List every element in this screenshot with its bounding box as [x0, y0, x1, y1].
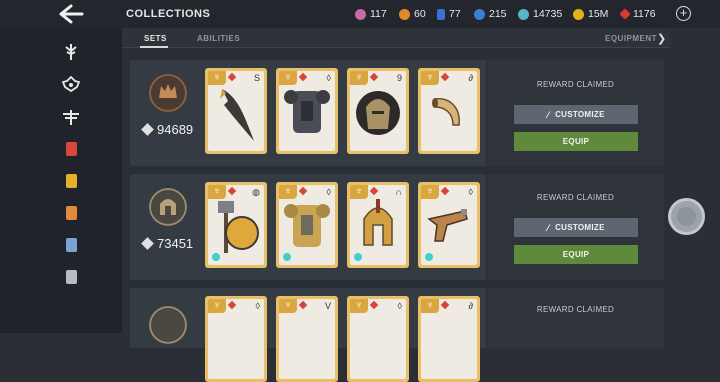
helm-type-icon: ♆ — [350, 299, 368, 313]
armor-type-icon: ♆ — [279, 299, 297, 313]
set-emblem-icon — [149, 306, 187, 344]
enchant-icon: ◊ — [326, 187, 331, 197]
set-power: 73451 — [141, 236, 193, 251]
set-actions: REWARD CLAIMED ⁄ CUSTOMIZE EQUIP — [486, 174, 664, 280]
set-item[interactable]: ♆ ◊ — [276, 68, 338, 154]
bonus-perk-icon — [354, 253, 362, 261]
weapon-type-icon: ♆ — [208, 185, 226, 199]
back-arrow-icon[interactable] — [58, 3, 84, 25]
rarity-gem-icon — [227, 300, 237, 310]
enchant-icon: V — [324, 301, 331, 311]
enchant-icon: ◊ — [397, 301, 402, 311]
set-row: 94689 ♆ S ♆ ◊ ♆ 9 ♆ ∂ REWARD CLAIMED ⁄ CU… — [130, 60, 664, 166]
ranged-type-icon: ♆ — [421, 185, 439, 199]
brush-icon: ⁄ — [547, 222, 550, 233]
chevron-right-icon[interactable]: ❯ — [657, 32, 666, 45]
power-diamond-icon — [141, 123, 154, 136]
category-sidebar — [0, 28, 122, 333]
currency-shields: 215 — [474, 7, 507, 21]
set-item[interactable]: ♆ ∩ — [347, 182, 409, 268]
power-diamond-icon — [141, 237, 154, 250]
currency-coins: 60 — [399, 7, 426, 21]
enchant-icon: ◊ — [326, 73, 331, 83]
orange-card-icon[interactable] — [62, 204, 80, 222]
ruby-icon — [619, 8, 631, 20]
set-item[interactable]: ♆ ◊ — [347, 296, 409, 382]
equip-button[interactable]: EQUIP — [514, 245, 638, 264]
set-item[interactable]: ♆ ◊ — [418, 182, 480, 268]
bonus-perk-icon — [283, 253, 291, 261]
set-actions: REWARD CLAIMED — [486, 288, 664, 348]
bonus-perk-icon — [425, 253, 433, 261]
equip-button[interactable]: EQUIP — [514, 132, 638, 151]
brush-icon: ⁄ — [547, 109, 550, 120]
reward-status: REWARD CLAIMED — [536, 80, 615, 89]
set-row: 73451 ♆ ◍ ♆ ◊ ♆ ∩ ♆ ◊ REWARD CLAIMED ⁄ CU… — [130, 174, 664, 280]
set-row: ♆ ◊ ♆ V ♆ ◊ ♆ ∂ REWARD CLAIMED — [130, 288, 664, 382]
set-actions: REWARD CLAIMED ⁄ CUSTOMIZE EQUIP — [486, 60, 664, 166]
armor-type-icon: ♆ — [279, 71, 297, 85]
enchant-icon: ∂ — [468, 73, 473, 83]
currency-pearls: 117 — [355, 7, 387, 21]
add-currency-button[interactable]: + — [676, 6, 691, 21]
enchant-icon: 9 — [396, 73, 402, 83]
pearl-icon — [355, 8, 366, 20]
currency-rubies: 1176 — [619, 7, 656, 21]
weapon-type-icon: ♆ — [208, 299, 226, 313]
card-icon — [437, 8, 445, 20]
grey-card-icon[interactable] — [62, 268, 80, 286]
ranged-type-icon: ♆ — [421, 299, 439, 313]
customize-button[interactable]: ⁄ CUSTOMIZE — [514, 218, 638, 237]
swirl-icon — [518, 8, 529, 20]
enchant-icon: ◊ — [468, 187, 473, 197]
armor-type-icon: ♆ — [279, 185, 297, 199]
weapon-type-icon: ♆ — [208, 71, 226, 85]
set-item[interactable]: ♆ S — [205, 68, 267, 154]
set-item[interactable]: ♆ ∂ — [418, 296, 480, 382]
enchant-icon: ◊ — [255, 301, 260, 311]
ranged-type-icon: ♆ — [421, 71, 439, 85]
gold-coin-icon — [573, 8, 584, 20]
shield-token-icon — [474, 8, 485, 20]
rarity-gem-icon — [298, 300, 308, 310]
set-item[interactable]: ♆ ◍ — [205, 182, 267, 268]
tab-divider — [122, 47, 670, 48]
set-item[interactable]: ♆ ◊ — [205, 296, 267, 382]
blue-card-icon[interactable] — [62, 236, 80, 254]
set-category-icon[interactable] — [62, 75, 80, 93]
reward-status: REWARD CLAIMED — [536, 193, 615, 202]
set-item[interactable]: ♆ 9 — [347, 68, 409, 154]
coin-blue-icon — [399, 8, 410, 20]
currency-swirl: 14735 — [518, 7, 562, 21]
set-item[interactable]: ♆ V — [276, 296, 338, 382]
tab-sets[interactable]: SETS — [144, 34, 167, 43]
spartan-set-emblem-icon — [149, 188, 187, 226]
currency-cards: 77 — [437, 7, 461, 21]
bonus-perk-icon — [212, 253, 220, 261]
rarity-gem-icon — [369, 300, 379, 310]
helm-type-icon: ♆ — [350, 185, 368, 199]
active-tab-underline — [140, 46, 168, 48]
yellow-card-icon[interactable] — [62, 172, 80, 190]
red-card-icon[interactable] — [62, 140, 80, 158]
floating-menu-button[interactable] — [668, 198, 705, 235]
tab-abilities[interactable]: ABILITIES — [197, 34, 240, 43]
currency-gold: 15M — [573, 7, 608, 21]
tab-equipment[interactable]: EQUIPMENT — [605, 34, 657, 43]
weapon-category-icon[interactable] — [62, 43, 80, 61]
enchant-icon: ∩ — [395, 187, 402, 197]
enchant-icon: ∂ — [468, 301, 473, 311]
helm-type-icon: ♆ — [350, 71, 368, 85]
rarity-gem-icon — [440, 300, 450, 310]
demon-set-emblem-icon — [149, 74, 187, 112]
set-item[interactable]: ♆ ◊ — [276, 182, 338, 268]
page-title: COLLECTIONS — [126, 8, 211, 20]
enchant-icon: ◍ — [252, 187, 260, 197]
set-power: 94689 — [141, 122, 193, 137]
reward-status: REWARD CLAIMED — [536, 305, 615, 314]
set-item[interactable]: ♆ ∂ — [418, 68, 480, 154]
customize-button[interactable]: ⁄ CUSTOMIZE — [514, 105, 638, 124]
enchant-icon: S — [253, 73, 260, 83]
dragonfly-category-icon[interactable] — [62, 108, 80, 126]
